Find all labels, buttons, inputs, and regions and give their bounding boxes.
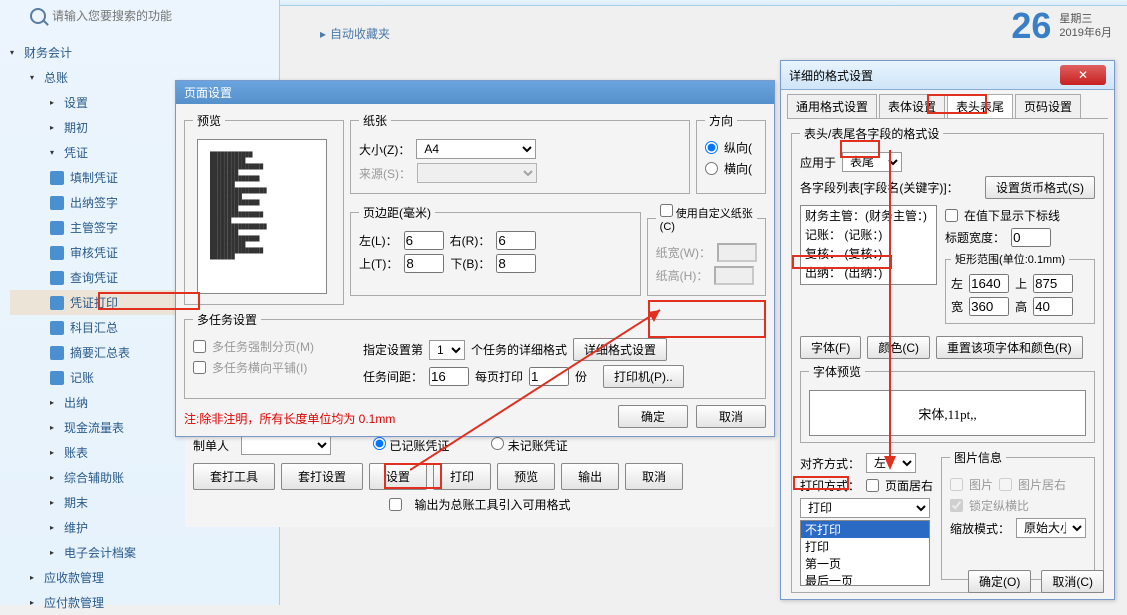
- maker-label: 制单人: [193, 437, 229, 454]
- size-label: 大小(Z)：: [359, 141, 410, 158]
- image-check: [950, 478, 963, 491]
- font-button[interactable]: 字体(F): [800, 336, 861, 359]
- settings-button[interactable]: 设置: [369, 463, 427, 490]
- printmode-select[interactable]: 打印: [800, 498, 930, 518]
- tree-ar[interactable]: ▸应收款管理: [10, 565, 279, 590]
- zoom-select[interactable]: 原始大小: [1016, 518, 1086, 538]
- rect-top-input[interactable]: [1033, 274, 1073, 293]
- page-preview: ████████████████████████████████████████…: [197, 139, 327, 294]
- date-full: 2019年6月: [1059, 26, 1112, 40]
- rect-w-input[interactable]: [969, 297, 1009, 316]
- field-list[interactable]: 财务主管：(财务主管：)记账： (记账：)复核： (复核：) 出纳： (出纳：)…: [800, 205, 937, 285]
- margin-right-input[interactable]: [496, 231, 536, 250]
- set-tool-button[interactable]: 套打工具: [193, 463, 275, 490]
- posted-radio[interactable]: [373, 437, 386, 450]
- align-select[interactable]: 左: [866, 453, 916, 473]
- page-setup-ok-button[interactable]: 确定: [618, 405, 688, 428]
- pageright-check[interactable]: [866, 479, 879, 492]
- maker-select[interactable]: [241, 435, 331, 455]
- tree-root[interactable]: ▾财务会计: [10, 40, 279, 65]
- page-setup-cancel-button[interactable]: 取消: [696, 405, 766, 428]
- imgright-check: [999, 478, 1012, 491]
- forcepage-check[interactable]: [193, 340, 206, 353]
- multi-legend: 多任务设置: [193, 311, 261, 328]
- source-select[interactable]: [417, 163, 537, 183]
- rect-h-input[interactable]: [1033, 297, 1073, 316]
- length-note: 注:除非注明，所有长度单位均为 0.1mm: [184, 410, 395, 427]
- tab-headfoot[interactable]: 表头表尾: [947, 94, 1013, 118]
- font-preview: 宋体,11pt,,: [809, 390, 1086, 436]
- date-block: 26 星期三 2019年6月: [1011, 5, 1112, 47]
- printmode-list[interactable]: 不打印 打印 第一页 最后一页 除第一页: [800, 520, 930, 586]
- close-icon[interactable]: ✕: [1060, 65, 1106, 85]
- export-button[interactable]: 输出: [561, 463, 619, 490]
- tree-ap[interactable]: ▸应付款管理: [10, 590, 279, 615]
- search-icon: [30, 8, 46, 24]
- unposted-radio[interactable]: [491, 437, 504, 450]
- tree-earchive[interactable]: ▸电子会计档案: [10, 540, 279, 565]
- paper-legend: 纸张: [359, 112, 391, 129]
- detail-title: 详细的格式设置: [789, 67, 873, 84]
- printer-button[interactable]: 打印机(P)..: [603, 365, 684, 388]
- orient-legend: 方向: [705, 112, 737, 129]
- print-button[interactable]: 打印: [433, 463, 491, 490]
- color-button[interactable]: 颜色(C): [867, 336, 930, 359]
- size-select[interactable]: A4: [416, 139, 536, 159]
- rect-left-input[interactable]: [969, 274, 1009, 293]
- currency-format-button[interactable]: 设置货币格式(S): [985, 176, 1095, 199]
- detail-cancel-button[interactable]: 取消(C): [1041, 570, 1104, 593]
- detail-format-button[interactable]: 详细格式设置: [573, 338, 667, 361]
- detail-ok-button[interactable]: 确定(O): [968, 570, 1031, 593]
- auto-fav[interactable]: 自动收藏夹: [320, 25, 390, 42]
- lock-check: [950, 499, 963, 512]
- preview-button[interactable]: 预览: [497, 463, 555, 490]
- margins-legend: 页边距(毫米): [359, 204, 435, 221]
- portrait-radio[interactable]: [705, 141, 718, 154]
- search-input[interactable]: [52, 9, 232, 23]
- margin-bottom-input[interactable]: [496, 254, 536, 273]
- task-gap-input[interactable]: [429, 367, 469, 386]
- paper-height-input[interactable]: [714, 266, 754, 285]
- reset-font-button[interactable]: 重置该项字体和颜色(R): [936, 336, 1083, 359]
- margin-top-input[interactable]: [404, 254, 444, 273]
- date-day: 26: [1011, 5, 1051, 47]
- page-setup-dialog: 页面设置 预览 ████████████████████████████████…: [175, 80, 775, 437]
- custom-paper-check[interactable]: [660, 204, 673, 217]
- tab-body[interactable]: 表体设置: [879, 94, 945, 118]
- detail-format-dialog: 详细的格式设置 ✕ 通用格式设置 表体设置 表头表尾 页码设置 表头/表尾各字段…: [780, 60, 1115, 600]
- perpage-input[interactable]: [529, 367, 569, 386]
- task-num-select[interactable]: 1: [429, 340, 465, 360]
- headfoot-legend: 表头/表尾各字段的格式设: [800, 125, 943, 142]
- paper-width-input[interactable]: [717, 243, 757, 262]
- cancel-button[interactable]: 取消: [625, 463, 683, 490]
- date-weekday: 星期三: [1059, 12, 1112, 26]
- landscape-radio[interactable]: [705, 162, 718, 175]
- title-width-input[interactable]: [1011, 228, 1051, 247]
- margin-left-input[interactable]: [404, 231, 444, 250]
- htile-check[interactable]: [193, 361, 206, 374]
- tab-pagenum[interactable]: 页码设置: [1015, 94, 1081, 118]
- page-setup-title: 页面设置: [176, 81, 774, 104]
- source-label: 来源(S)：: [359, 165, 411, 182]
- export-format-check[interactable]: [389, 498, 402, 511]
- applyto-select[interactable]: 表尾: [842, 152, 902, 172]
- tab-general[interactable]: 通用格式设置: [787, 94, 877, 118]
- underline-check[interactable]: [945, 209, 958, 222]
- set-setset-button[interactable]: 套打设置: [281, 463, 363, 490]
- preview-legend: 预览: [193, 112, 225, 129]
